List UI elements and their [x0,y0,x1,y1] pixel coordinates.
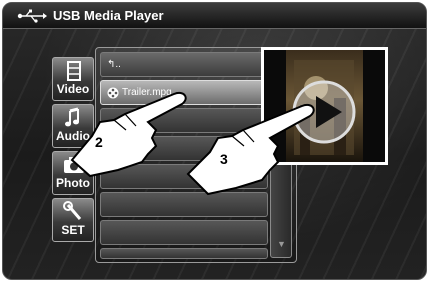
callout-number: 3 [220,151,228,167]
app-title: USB Media Player [53,8,164,23]
sidebar-item-set[interactable]: SET [52,198,94,242]
wrench-icon [63,201,82,220]
sidebar-item-label: Photo [56,176,90,190]
usb-icon [17,9,47,23]
pointing-hand-icon [186,104,315,196]
film-icon [67,61,81,81]
list-item-label: ↰.. [107,59,121,70]
list-item-parent-folder[interactable]: ↰.. [100,52,268,77]
sidebar-item-label: SET [61,223,85,237]
pointing-hand-icon [70,92,187,178]
title-bar: USB Media Player [3,3,426,29]
list-item[interactable] [100,248,268,259]
triangle-down-icon[interactable]: ▼ [277,239,286,249]
list-item[interactable] [100,220,268,245]
callout-number: 2 [95,134,103,150]
